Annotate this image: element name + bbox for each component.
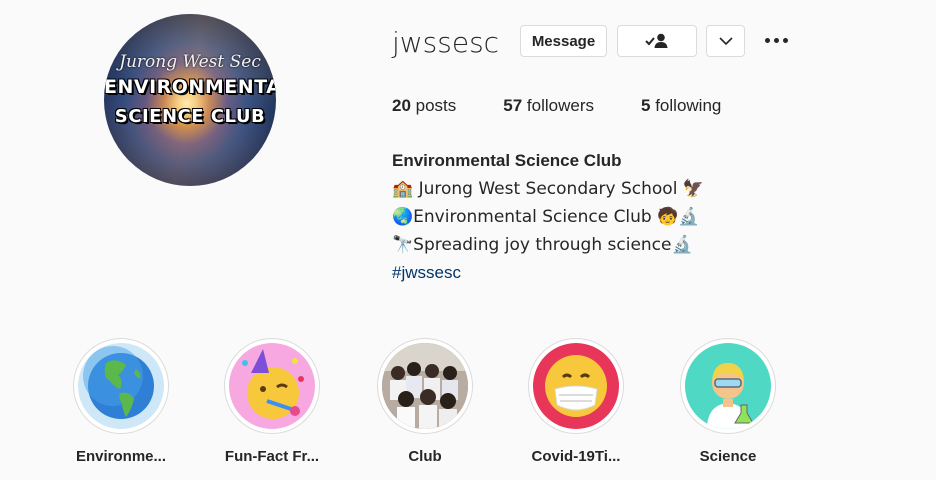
person-check-icon bbox=[645, 33, 668, 48]
highlight-label: Science bbox=[699, 448, 757, 465]
story-highlight[interactable]: Fun-Fact Fr... bbox=[217, 338, 327, 465]
posts-label: posts bbox=[410, 96, 457, 115]
story-highlight[interactable]: Environme... bbox=[66, 338, 176, 465]
followers-stat[interactable]: 57 followers bbox=[503, 96, 594, 116]
profile-bio: Environmental Science Club 🏫 Jurong West… bbox=[392, 147, 704, 287]
highlight-label: Environme... bbox=[75, 448, 167, 465]
highlight-ring[interactable] bbox=[680, 338, 776, 434]
chevron-down-icon bbox=[718, 37, 733, 46]
profile-stats: 20 posts 57 followers 5 following bbox=[392, 96, 768, 116]
avatar-subtitle-text: Jurong West Sec bbox=[119, 52, 261, 72]
partying-face-icon bbox=[242, 349, 304, 419]
highlight-label: Fun-Fact Fr... bbox=[224, 448, 320, 465]
avatar-title-line1: ENVIRONMENTAL bbox=[104, 76, 276, 98]
globe-americas-icon bbox=[83, 346, 154, 419]
scientist-icon bbox=[707, 363, 754, 429]
highlight-cover bbox=[533, 343, 619, 429]
posts-stat: 20 posts bbox=[392, 96, 456, 116]
message-button[interactable]: Message bbox=[520, 25, 607, 57]
posts-count: 20 bbox=[392, 96, 411, 115]
followers-count: 57 bbox=[503, 96, 523, 115]
highlight-ring[interactable] bbox=[528, 338, 624, 434]
avatar-nebula-texture bbox=[104, 14, 276, 186]
more-dot bbox=[774, 37, 779, 43]
highlight-label: Club bbox=[408, 448, 442, 465]
profile-username: jwssesc bbox=[392, 26, 500, 59]
more-options-icon[interactable] bbox=[765, 32, 793, 48]
following-button[interactable] bbox=[617, 25, 697, 57]
profile-full-name: Environmental Science Club bbox=[392, 151, 622, 170]
more-dot bbox=[765, 37, 770, 43]
bio-line-2: 🌏Environmental Science Club 🧒🔬 bbox=[392, 207, 700, 227]
highlight-ring[interactable] bbox=[73, 338, 169, 434]
suggestions-dropdown-button[interactable] bbox=[706, 25, 745, 57]
highlight-label: Covid-19Ti... bbox=[531, 448, 621, 465]
highlight-cover bbox=[229, 343, 315, 429]
bio-hashtag-link[interactable]: #jwssesc bbox=[392, 259, 704, 287]
story-highlight[interactable]: Covid-19Ti... bbox=[521, 338, 631, 465]
avatar-title-line2: SCIENCE CLUB bbox=[114, 106, 266, 127]
highlight-ring[interactable] bbox=[224, 338, 320, 434]
face-with-mask-icon bbox=[545, 355, 607, 417]
following-stat[interactable]: 5 following bbox=[641, 96, 721, 116]
profile-avatar[interactable]: Jurong West Sec ENVIRONMENTAL SCIENCE CL… bbox=[104, 14, 276, 186]
group-photo-icon bbox=[382, 343, 468, 429]
highlight-cover bbox=[78, 343, 164, 429]
followers-label: followers bbox=[522, 96, 595, 115]
following-label: following bbox=[650, 96, 722, 115]
story-highlight[interactable]: Club bbox=[370, 338, 480, 465]
bio-line-1: 🏫 Jurong West Secondary School 🦅 bbox=[392, 179, 704, 199]
more-dot bbox=[783, 37, 788, 43]
story-highlight[interactable]: Science bbox=[673, 338, 783, 465]
highlight-cover bbox=[685, 343, 771, 429]
highlight-ring[interactable] bbox=[377, 338, 473, 434]
highlight-cover bbox=[382, 343, 468, 429]
bio-line-3: 🔭Spreading joy through science🔬 bbox=[392, 235, 693, 255]
